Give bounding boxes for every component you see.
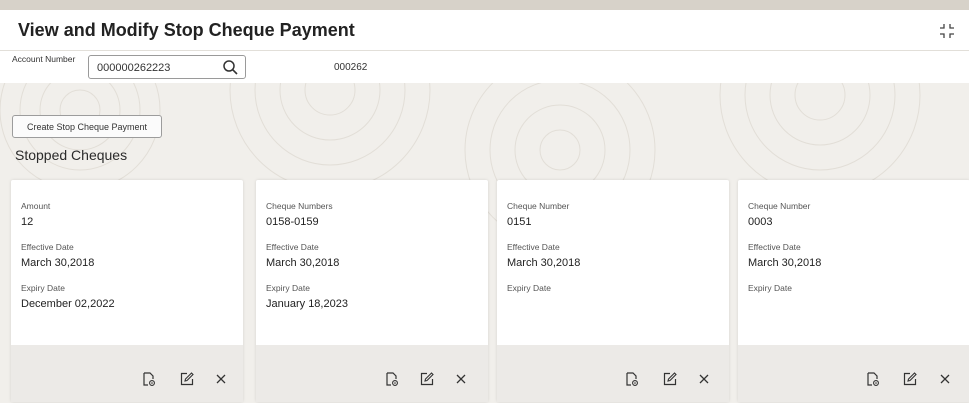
effective-date-value: March 30,2018 bbox=[748, 257, 822, 269]
effective-date-label: Effective Date bbox=[266, 242, 319, 252]
close-icon[interactable] bbox=[938, 372, 952, 386]
account-number-input[interactable]: 000000262223 bbox=[88, 55, 246, 79]
view-document-icon[interactable] bbox=[142, 372, 156, 386]
card-footer bbox=[256, 345, 488, 402]
account-number-value[interactable]: 000000262223 bbox=[97, 62, 170, 74]
effective-date-label: Effective Date bbox=[21, 242, 74, 252]
expiry-date-value: January 18,2023 bbox=[266, 298, 348, 310]
expiry-date-label: Expiry Date bbox=[748, 283, 792, 293]
effective-date-label: Effective Date bbox=[507, 242, 560, 252]
field-label: Cheque Numbers bbox=[266, 201, 333, 211]
expiry-date-label: Expiry Date bbox=[266, 283, 310, 293]
field-label: Amount bbox=[21, 201, 51, 211]
effective-date-value: March 30,2018 bbox=[21, 257, 95, 269]
section-title: Stopped Cheques bbox=[15, 147, 128, 163]
edit-icon[interactable] bbox=[180, 372, 194, 386]
cheque-card: Amount 12 Effective Date March 30,2018 E… bbox=[11, 180, 243, 402]
card-footer bbox=[738, 345, 969, 402]
close-icon[interactable] bbox=[214, 372, 228, 386]
close-icon[interactable] bbox=[697, 372, 711, 386]
effective-date-value: March 30,2018 bbox=[507, 257, 581, 269]
search-icon[interactable] bbox=[222, 59, 239, 76]
expiry-date-label: Expiry Date bbox=[21, 283, 65, 293]
expiry-date-label: Expiry Date bbox=[507, 283, 551, 293]
expiry-date-value: December 02,2022 bbox=[21, 298, 115, 310]
cheque-card: Cheque Numbers 0158-0159 Effective Date … bbox=[256, 180, 488, 402]
account-number-label: Account Number bbox=[12, 54, 76, 64]
field-value: 0158-0159 bbox=[266, 216, 319, 228]
view-document-icon[interactable] bbox=[866, 372, 880, 386]
expand-icon[interactable] bbox=[939, 23, 955, 39]
effective-date-value: March 30,2018 bbox=[266, 257, 340, 269]
field-label: Cheque Number bbox=[748, 201, 811, 211]
field-label: Cheque Number bbox=[507, 201, 570, 211]
cheque-card: Cheque Number 0151 Effective Date March … bbox=[497, 180, 729, 402]
view-document-icon[interactable] bbox=[385, 372, 399, 386]
top-banner-strip bbox=[0, 0, 969, 10]
account-number-row: Account Number 000000262223 000262 bbox=[0, 51, 969, 83]
create-stop-cheque-button[interactable]: Create Stop Cheque Payment bbox=[12, 115, 162, 138]
page-title: View and Modify Stop Cheque Payment bbox=[18, 20, 355, 40]
card-footer bbox=[11, 345, 243, 402]
field-value: 12 bbox=[21, 216, 34, 228]
field-value: 0151 bbox=[507, 216, 532, 228]
cheque-card: Cheque Number 0003 Effective Date March … bbox=[738, 180, 969, 402]
page-header: View and Modify Stop Cheque Payment bbox=[0, 10, 969, 51]
edit-icon[interactable] bbox=[663, 372, 677, 386]
edit-icon[interactable] bbox=[420, 372, 434, 386]
field-value: 0003 bbox=[748, 216, 773, 228]
account-code: 000262 bbox=[334, 62, 368, 73]
edit-icon[interactable] bbox=[903, 372, 917, 386]
effective-date-label: Effective Date bbox=[748, 242, 801, 252]
card-footer bbox=[497, 345, 729, 402]
close-icon[interactable] bbox=[454, 372, 468, 386]
view-document-icon[interactable] bbox=[625, 372, 639, 386]
